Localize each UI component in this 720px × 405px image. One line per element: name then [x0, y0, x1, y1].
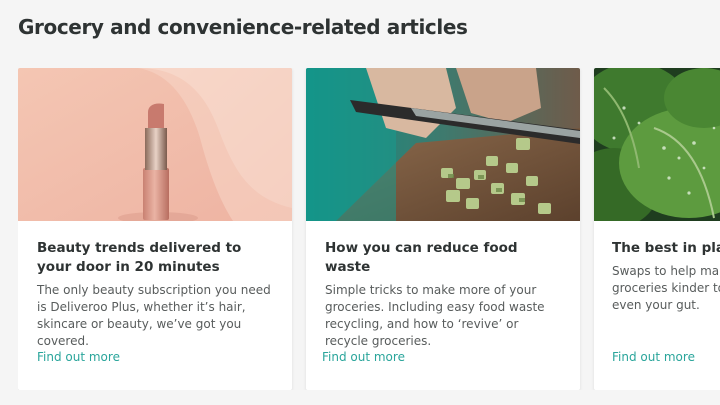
card-description-line: Swaps to help make — [612, 264, 720, 278]
articles-carousel[interactable]: Beauty trends delivered to your door in … — [18, 68, 720, 390]
find-out-more-link[interactable]: Find out more — [37, 350, 120, 364]
card-title: Beauty trends delivered to your door in … — [37, 240, 242, 275]
card-title: How you can reduce food waste — [325, 240, 518, 275]
card-description-line: groceries kinder to t — [612, 281, 720, 295]
card-description-line: even your gut. — [612, 298, 700, 312]
card-description: Swaps to help make groceries kinder to t… — [612, 263, 720, 314]
card-description: The only beauty subscription you need is… — [37, 283, 271, 348]
chopping-vegetables-image[interactable] — [306, 68, 580, 221]
leafy-greens-image[interactable] — [594, 68, 720, 221]
section-title: Grocery and convenience-related articles — [18, 15, 468, 39]
article-card-beauty[interactable]: Beauty trends delivered to your door in … — [18, 68, 292, 390]
find-out-more-link[interactable]: Find out more — [322, 350, 405, 364]
find-out-more-link[interactable]: Find out more — [612, 350, 695, 364]
card-description: Simple tricks to make more of your groce… — [325, 283, 545, 348]
article-card-plant-based[interactable]: The best in plant Swaps to help make gro… — [594, 68, 720, 390]
article-card-food-waste[interactable]: How you can reduce food waste Simple tri… — [306, 68, 580, 390]
card-title: The best in plant — [612, 240, 720, 256]
lipstick-image[interactable] — [18, 68, 292, 221]
